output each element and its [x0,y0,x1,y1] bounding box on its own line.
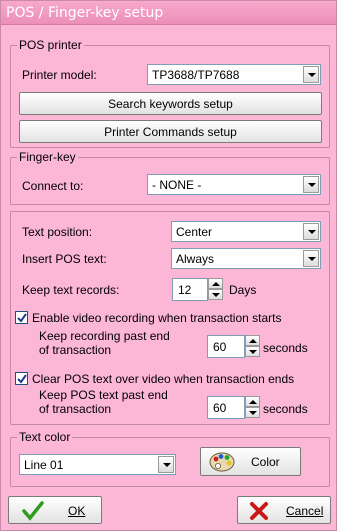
keep-recording-input[interactable]: 60 [207,335,245,358]
pos-printer-group: POS printer Printer model: TP3688/TP7688… [10,38,330,148]
chevron-down-icon[interactable] [303,176,319,193]
connect-to-value: - NONE - [152,178,202,192]
text-position-value: Center [176,225,213,239]
palette-icon [209,452,235,472]
keep-pos-text-value: 60 [213,401,227,415]
cancel-button[interactable]: Cancel [237,496,331,524]
color-button-label: Color [251,455,280,469]
text-color-legend: Text color [17,430,73,444]
keep-text-records-input[interactable]: 12 [172,278,208,301]
printer-commands-setup-button[interactable]: Printer Commands setup [19,120,322,143]
printer-model-select[interactable]: TP3688/TP7688 [147,64,321,85]
checkmark-icon [22,501,44,521]
clear-pos-text-checkbox[interactable] [15,372,28,385]
insert-pos-text-value: Always [176,252,215,266]
search-keywords-setup-label: Search keywords setup [108,97,233,111]
keep-text-records-unit: Days [229,283,257,297]
checkmark-icon [17,374,27,384]
pos-printer-legend: POS printer [17,38,84,52]
insert-pos-text-select[interactable]: Always [171,248,321,269]
text-position-label: Text position: [22,225,93,239]
keep-text-records-value: 12 [178,283,192,297]
printer-commands-setup-label: Printer Commands setup [104,125,237,139]
clear-pos-text-label: Clear POS text over video when transacti… [32,372,295,386]
search-keywords-setup-button[interactable]: Search keywords setup [19,92,322,115]
cancel-button-label: Cancel [286,504,324,518]
spin-up-icon[interactable] [208,278,223,289]
spin-down-icon[interactable] [208,289,223,300]
text-settings-group: Text position: Center Insert POS text: A… [10,211,330,425]
keep-recording-label: Keep recording past end of transaction [39,329,170,357]
enable-video-recording-checkbox[interactable] [15,311,28,324]
keep-recording-value: 60 [213,340,227,354]
insert-pos-text-label: Insert POS text: [22,252,107,266]
keep-pos-text-unit: seconds [263,402,308,416]
printer-model-value: TP3688/TP7688 [152,68,240,82]
chevron-down-icon[interactable] [303,223,319,240]
keep-pos-text-label: Keep POS text past end of transaction [39,388,168,416]
spin-up-icon[interactable] [245,396,260,407]
ok-button[interactable]: OK [8,496,102,524]
color-button[interactable]: Color [200,447,301,476]
window-title: POS / Finger-key setup [6,5,164,21]
keep-pos-text-input[interactable]: 60 [207,396,245,419]
connect-to-label: Connect to: [22,179,84,193]
chevron-down-icon[interactable] [303,66,319,83]
printer-model-label: Printer model: [22,68,97,82]
keep-text-records-label: Keep text records: [22,283,120,297]
title-bar[interactable]: POS / Finger-key setup [1,1,336,25]
keep-recording-unit: seconds [263,341,308,355]
spin-up-icon[interactable] [245,335,260,346]
finger-key-legend: Finger-key [17,150,78,164]
checkmark-icon [17,313,27,323]
chevron-down-icon[interactable] [158,456,174,473]
ok-button-label: OK [68,504,86,518]
finger-key-group: Finger-key Connect to: - NONE - [10,150,330,205]
spin-down-icon[interactable] [245,407,260,418]
chevron-down-icon[interactable] [303,250,319,267]
close-icon [250,502,268,520]
connect-to-select[interactable]: - NONE - [147,174,321,195]
text-color-line-value: Line 01 [24,458,64,472]
text-position-select[interactable]: Center [171,221,321,242]
pos-setup-window: POS / Finger-key setup POS printer Print… [0,0,337,531]
text-color-line-select[interactable]: Line 01 [19,454,176,475]
spin-down-icon[interactable] [245,346,260,357]
enable-video-recording-label: Enable video recording when transaction … [32,311,282,325]
text-color-group: Text color Line 01 Color [10,430,330,487]
